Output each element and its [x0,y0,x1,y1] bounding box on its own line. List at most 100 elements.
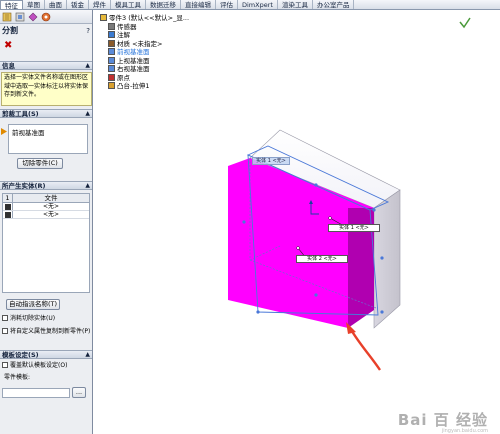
override-option-label: 覆盖默认模板设定(O) [10,362,68,369]
message-section-header[interactable]: 信息 ▲ [0,61,92,70]
tree-item-label: 零件3 (默认<<默认>_显... [109,14,190,22]
body-checkbox[interactable] [4,211,11,218]
consume-checkbox[interactable] [2,315,8,321]
message-line: 域中选取一实体标注以将实体保 [4,82,89,90]
body-checkbox[interactable] [4,203,11,210]
tree-item-label: 材质 <未指定> [117,39,163,48]
panel-title: 分割? [0,24,92,38]
consume-option-label: 消耗切除实体(U) [10,315,56,322]
plane-handle[interactable] [256,310,260,314]
tab-7[interactable]: 直接编辑 [181,0,216,9]
trim-tools-list[interactable]: 前视基准面 [8,124,88,154]
tab-11[interactable]: 办公室产品 [313,0,355,9]
propagate-properties-option[interactable]: 将自定义属性复制到新零件(P) [2,328,90,336]
plane-handle[interactable] [380,310,384,314]
configuration-manager-icon[interactable] [28,12,38,22]
watermark: Bai 百 经验 [397,411,488,429]
command-manager-tabs: 特征 草图 曲面 钣金 焊件 模具工具 数据迁移 直接编辑 评估 DimXpert 渲染工具 办公室产… [0,0,500,10]
panel-title-text: 分割 [2,26,18,35]
plane-icon [108,56,115,64]
tab-10[interactable]: 渲染工具 [278,0,313,9]
box-right-face[interactable] [373,189,401,329]
tab-5[interactable]: 模具工具 [111,0,146,9]
leader-point [328,216,332,220]
help-icon[interactable]: ? [86,24,90,38]
body-label-top[interactable]: 实体 1 <无> [252,157,290,165]
trim-tools-section-header[interactable]: 剪裁工具(S) ▲ [0,109,92,118]
auto-assign-names-button[interactable]: 自动指派名称(T) [6,299,60,310]
feature-manager-icon[interactable] [2,12,12,22]
table-row[interactable]: <无> [3,211,89,219]
browse-button[interactable]: ... [72,387,86,398]
tab-0[interactable]: 特征 [0,0,23,9]
tree-item-label: 前视基准面 [117,48,150,56]
watermark-url: jingyan.baidu.com [441,428,488,434]
message-line: 存到新文件。 [4,91,41,98]
tree-item[interactable]: 注解 [100,31,189,40]
display-manager-icon[interactable] [41,12,51,22]
plane-icon [108,65,115,72]
tree-item[interactable]: 传感器 [100,22,189,32]
consume-cut-bodies-option[interactable]: 消耗切除实体(U) [2,315,55,323]
plane-handle[interactable] [242,220,246,224]
tree-item[interactable]: 材质 <未指定> [100,39,189,49]
property-manager-panel: 分割? ✖ 信息 ▲ 选择一实体文件名称或在图形区 域中选取一实体标注以将实体保 … [0,10,93,434]
tab-9[interactable]: DimXpert [238,0,278,9]
resulting-bodies-section-label: 所产生实体(R) [2,182,46,190]
body-label-1[interactable]: 实体 1 <无> [328,224,380,232]
tree-item[interactable]: 零件3 (默认<<默认>_显... [100,14,189,23]
resulting-bodies-section-header[interactable]: 所产生实体(R) ▲ [0,181,92,190]
table-header-file: 文件 [44,194,58,202]
table-header-number: 1 [3,194,13,202]
tab-8[interactable]: 评估 [216,0,238,9]
tab-2[interactable]: 曲面 [45,0,67,9]
tree-item[interactable]: 右视基准面 [100,65,189,74]
cut-part-button[interactable]: 切除零件(C) [17,158,63,169]
tree-item-label: 传感器 [117,22,137,31]
template-section-header[interactable]: 模板设定(S) ▲ [0,350,92,359]
material-icon [108,39,115,47]
tab-4[interactable]: 焊件 [89,0,111,9]
propagate-option-label: 将自定义属性复制到新零件(P) [10,328,91,335]
tab-3[interactable]: 钣金 [67,0,89,9]
override-checkbox[interactable] [2,362,8,368]
message-box: 选择一实体文件名称或在图形区 域中选取一实体标注以将实体保 存到新文件。 [1,72,92,106]
table-cell-file[interactable]: <无> [13,203,89,210]
chevron-up-icon: ▲ [85,351,90,358]
part-template-input[interactable] [2,388,70,398]
tree-item[interactable]: 凸台-拉伸1 [100,82,189,91]
tree-item[interactable]: 原点 [100,73,189,83]
property-manager-icon[interactable] [15,12,25,22]
tree-item[interactable]: 上视基准面 [100,56,189,66]
body-label-2[interactable]: 实体 2 <无> [296,255,348,263]
trim-tools-section-label: 剪裁工具(S) [2,110,39,118]
cancel-icon[interactable]: ✖ [4,40,12,51]
template-section-label: 模板设定(S) [2,351,39,359]
tab-6[interactable]: 数据迁移 [146,0,181,9]
chevron-up-icon: ▲ [85,182,90,189]
plane-handle[interactable] [314,183,318,187]
feature-tree: 零件3 (默认<<默认>_显... 传感器 注解 材质 <未指定> 前视基准面 上视基准面… [100,14,189,91]
resulting-bodies-table: 1 文件 <无> <无> [2,193,90,293]
tree-item[interactable]: 前视基准面 [100,48,189,57]
tree-item-label: 凸台-拉伸1 [117,82,150,90]
extrude-icon [108,82,115,89]
trim-tool-item[interactable]: 前视基准面 [12,129,45,137]
plane-handle[interactable] [380,256,384,260]
confirm-check-icon[interactable] [459,17,471,29]
part-template-label: 零件模板: [4,374,31,381]
tab-1[interactable]: 草图 [23,0,45,9]
table-cell-file[interactable]: <无> [13,211,89,218]
plane-handle[interactable] [314,293,318,297]
trim-tool-arrow-icon [1,128,7,135]
tree-item-label: 原点 [117,73,130,82]
plane-handle[interactable] [372,208,376,212]
tree-item-label: 右视基准面 [117,65,150,73]
propagate-checkbox[interactable] [2,328,8,334]
chevron-up-icon: ▲ [85,110,90,117]
table-row[interactable]: <无> [3,203,89,211]
plane-icon [108,48,115,55]
message-line: 选择一实体文件名称或在图形区 [4,74,89,81]
sensor-icon [108,22,115,30]
override-template-option[interactable]: 覆盖默认模板设定(O) [2,362,67,370]
